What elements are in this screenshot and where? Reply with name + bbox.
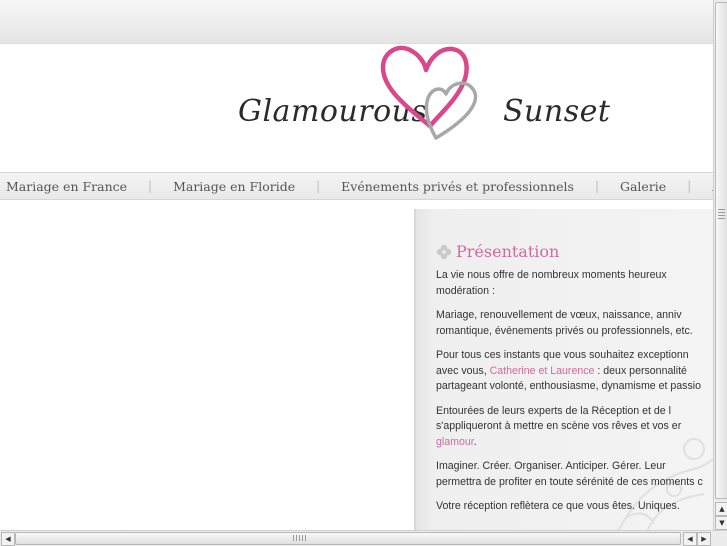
- nav-item-mariage-france[interactable]: Mariage en France: [0, 179, 148, 194]
- nav-item-mariage-floride[interactable]: Mariage en Floride: [152, 179, 316, 194]
- text-line: Votre réception reflètera ce que vous êt…: [436, 500, 680, 512]
- grip-icon: [718, 209, 725, 221]
- text-line: s'appliqueront à mettre en scène vos rêv…: [436, 420, 682, 432]
- panel-stripe: [414, 209, 416, 530]
- presentation-title-text: Présentation: [456, 242, 560, 261]
- paragraph-6: Votre réception reflètera ce que vous êt…: [436, 499, 713, 515]
- scroll-right-button[interactable]: ▶: [697, 532, 711, 546]
- grip-icon: [293, 535, 307, 541]
- vertical-scrollbar[interactable]: ▲ ▼: [713, 0, 727, 530]
- paragraph-2: Mariage, renouvellement de vœux, naissan…: [436, 308, 713, 339]
- nav-item-galerie[interactable]: Galerie: [599, 179, 687, 194]
- presentation-title: Présentation: [436, 242, 559, 261]
- flower-icon: [436, 244, 452, 259]
- scroll-down-button[interactable]: ▼: [715, 516, 727, 530]
- text-line: romantique, événements privés ou profess…: [436, 324, 693, 337]
- glamour-link[interactable]: glamour: [436, 436, 474, 448]
- text-line: Pour tous ces instants que vous souhaite…: [436, 349, 689, 361]
- presentation-body: La vie nous offre de nombreux moments he…: [436, 268, 713, 524]
- scroll-up-button[interactable]: ▲: [715, 502, 727, 516]
- text-line: Entourées de leurs experts de la Récepti…: [436, 404, 671, 417]
- paragraph-1: La vie nous offre de nombreux moments he…: [436, 268, 713, 299]
- main-navigation: Mariage en France | Mariage en Floride |…: [0, 172, 713, 200]
- top-gradient-bar: [0, 0, 713, 44]
- text-line: permettra de profiter en toute sérénité …: [436, 475, 703, 488]
- text-segment: avec vous,: [436, 364, 490, 377]
- text-line: partageant volonté, enthousiasme, dynami…: [436, 380, 701, 392]
- scroll-left-button[interactable]: ◀: [1, 532, 15, 546]
- presentation-panel: Présentation La vie nous offre de nombre…: [414, 209, 713, 530]
- vertical-scroll-thumb[interactable]: [715, 2, 727, 499]
- paragraph-3: Pour tous ces instants que vous souhaite…: [436, 348, 713, 395]
- nav-item-evenements[interactable]: Evénements privés et professionnels: [320, 179, 595, 194]
- text-segment: : deux personnalité: [594, 364, 687, 377]
- nav-item-actualites[interactable]: Actualités: [691, 179, 713, 194]
- text-line: Mariage, renouvellement de vœux, naissan…: [436, 309, 682, 321]
- logo-word-right[interactable]: Sunset: [503, 94, 610, 129]
- paragraph-5: Imaginer. Créer. Organiser. Anticiper. G…: [436, 459, 713, 490]
- paragraph-4: Entourées de leurs experts de la Récepti…: [436, 404, 713, 451]
- catherine-laurence-link[interactable]: Catherine et Laurence: [490, 365, 595, 377]
- text-line: La vie nous offre de nombreux moments he…: [436, 269, 667, 281]
- text-segment: .: [473, 435, 477, 448]
- horizontal-scrollbar[interactable]: ◀ ◀ ▶: [0, 530, 727, 546]
- scroll-left-button-2[interactable]: ◀: [683, 532, 697, 546]
- horizontal-scroll-thumb[interactable]: [15, 532, 681, 545]
- text-line: Imaginer. Créer. Organiser. Anticiper. G…: [436, 460, 666, 472]
- double-heart-icon[interactable]: [378, 44, 493, 144]
- text-line: modération :: [436, 284, 495, 297]
